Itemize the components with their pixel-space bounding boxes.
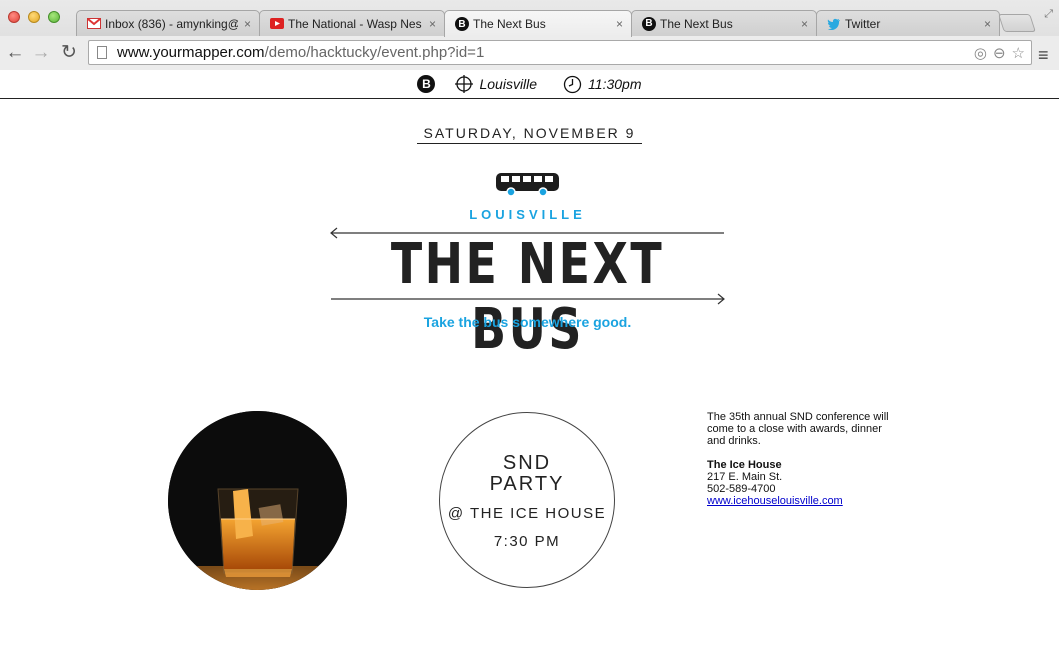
close-icon[interactable]: × — [244, 17, 251, 31]
party-badge: SND PARTY @ THE ICE HOUSE 7:30 PM — [439, 412, 615, 588]
bookmark-star-icon[interactable]: ☆ — [1012, 44, 1025, 62]
tab-title: Inbox (836) - amynking@ — [105, 16, 238, 31]
address-bar[interactable]: www.yourmapper.com /demo/hacktucky/event… — [88, 40, 1032, 65]
url-host: www.yourmapper.com — [117, 44, 265, 61]
twitter-icon — [827, 17, 841, 31]
event-date: SATURDAY, NOVEMBER 9 — [417, 125, 642, 144]
back-arrow-icon[interactable]: ← — [4, 42, 26, 64]
tab-title: Twitter — [845, 16, 881, 31]
nextbus-b-icon: B — [642, 16, 656, 31]
venue-website-link[interactable]: www.icehouselouisville.com — [707, 495, 843, 507]
logo-title: THE NEXT BUS — [390, 232, 665, 362]
party-title: SND PARTY — [489, 452, 565, 495]
tab-title: The National - Wasp Nes — [288, 16, 422, 31]
tab-title: The Next Bus — [660, 16, 733, 31]
tab-strip: Inbox (836) - amynking@ × The National -… — [0, 0, 1059, 37]
venue-phone: 502-589-4700 — [707, 483, 776, 495]
browser-chrome: Inbox (836) - amynking@ × The National -… — [0, 0, 1059, 70]
site-header-bar: B Louisville 11:30pm — [0, 70, 1059, 99]
new-tab-button[interactable] — [998, 14, 1036, 32]
close-icon[interactable]: × — [801, 17, 808, 31]
tab-title: The Next Bus — [473, 17, 546, 31]
tagline: Take the bus somewhere good. — [423, 314, 632, 330]
reload-icon[interactable]: ↻ — [58, 42, 80, 64]
location-target-icon[interactable]: ◎ — [974, 44, 987, 62]
tab-gmail[interactable]: Inbox (836) - amynking@ × — [76, 10, 260, 36]
close-window-button[interactable] — [8, 11, 20, 23]
party-time: 7:30 PM — [493, 533, 561, 550]
minimize-window-button[interactable] — [28, 11, 40, 23]
bus-icon — [495, 171, 560, 202]
tab-next-bus[interactable]: B The Next Bus × — [631, 10, 817, 36]
clock-icon — [563, 75, 582, 94]
menu-hamburger-icon[interactable]: ≡ — [1038, 45, 1049, 66]
youtube-icon — [270, 17, 284, 31]
forward-arrow-icon[interactable]: → — [30, 42, 52, 64]
event-description: The 35th annual SND conference will come… — [707, 411, 889, 447]
gmail-icon — [87, 17, 101, 31]
drink-photo — [168, 411, 347, 590]
location-label[interactable]: Louisville — [479, 76, 537, 92]
zoom-window-button[interactable] — [48, 11, 60, 23]
tab-twitter[interactable]: Twitter × — [816, 10, 1000, 36]
zoom-out-icon[interactable]: ⊖ — [993, 44, 1006, 62]
tab-youtube[interactable]: The National - Wasp Nes × — [259, 10, 445, 36]
close-icon[interactable]: × — [616, 17, 623, 31]
city-label: LOUISVILLE — [469, 207, 586, 222]
url-path: /demo/hacktucky/event.php?id=1 — [264, 44, 485, 61]
tab-next-bus-active[interactable]: B The Next Bus × — [444, 10, 632, 37]
party-venue: @ THE ICE HOUSE — [447, 505, 607, 522]
nextbus-b-icon: B — [455, 17, 469, 31]
venue-address: 217 E. Main St. — [707, 471, 783, 483]
browser-toolbar: ← → ↻ www.yourmapper.com /demo/hacktucky… — [0, 36, 1059, 70]
event-info: The 35th annual SND conference will come… — [707, 411, 897, 507]
b-badge: B — [455, 17, 469, 31]
crosshair-icon — [455, 75, 474, 93]
fullscreen-icon[interactable]: ⤢ — [1044, 8, 1053, 21]
close-icon[interactable]: × — [984, 17, 991, 31]
page-icon — [97, 46, 107, 59]
b-badge: B — [642, 16, 656, 31]
venue-name: The Ice House — [707, 459, 782, 471]
close-icon[interactable]: × — [429, 17, 436, 31]
time-label[interactable]: 11:30pm — [588, 76, 641, 92]
omnibox-icons: ◎ ⊖ ☆ — [974, 44, 1025, 62]
site-logo-b[interactable]: B — [417, 75, 436, 93]
